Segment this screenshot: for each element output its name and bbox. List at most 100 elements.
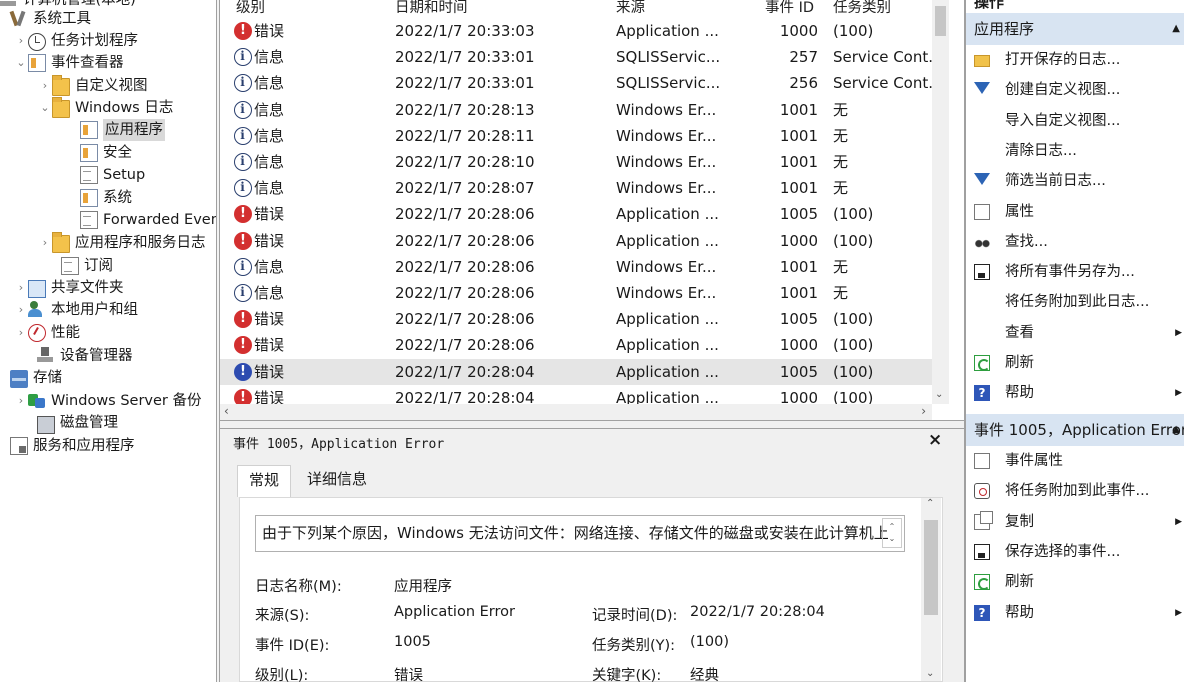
chevron-up-icon[interactable]: ▲ — [1172, 414, 1180, 446]
chevron-down-icon[interactable]: ⌄ — [14, 52, 28, 74]
scroll-up-icon[interactable]: ⌃ — [926, 498, 934, 509]
tree-item-device-manager[interactable]: 设备管理器 — [37, 345, 133, 367]
action-item[interactable]: 打开保存的日志... — [966, 45, 1184, 75]
scroll-up-icon[interactable]: ⌃ — [935, 0, 943, 5]
chevron-right-icon[interactable]: › — [14, 322, 28, 344]
scroll-right-icon[interactable]: › — [921, 404, 926, 418]
chevron-down-icon[interactable]: ⌄ — [38, 97, 52, 119]
table-row[interactable]: 信息 2022/1/7 20:28:06 Windows Er... 1001 无 — [220, 254, 932, 280]
action-item[interactable]: 将所有事件另存为... — [966, 257, 1184, 287]
tree-item-app-service-logs[interactable]: › 应用程序和服务日志 — [38, 232, 206, 254]
section-application[interactable]: 应用程序 ▲ — [966, 13, 1184, 45]
detail-scrollbar[interactable]: ⌃ ⌄ — [921, 498, 941, 681]
column-source[interactable]: 来源 — [616, 0, 645, 17]
table-row[interactable]: 信息 2022/1/7 20:28:13 Windows Er... 1001 无 — [220, 97, 932, 123]
table-row[interactable]: 信息 2022/1/7 20:28:10 Windows Er... 1001 无 — [220, 149, 932, 175]
scroll-left-icon[interactable]: ‹ — [224, 404, 229, 418]
source-value[interactable]: Application Error — [394, 604, 515, 620]
tree-item-storage[interactable]: 存储 — [10, 367, 62, 389]
tree-item-forwarded-events[interactable]: Forwarded Even — [80, 209, 216, 231]
scrollbar-thumb[interactable] — [924, 520, 938, 615]
tree-item-server-backup[interactable]: › Windows Server 备份 — [14, 390, 202, 412]
action-item[interactable]: ? 帮助 ▶ — [966, 378, 1184, 408]
chevron-right-icon[interactable]: › — [14, 277, 28, 299]
table-row[interactable]: 错误 2022/1/7 20:28:04 Application ... 1005 (1… — [220, 358, 932, 385]
table-row[interactable]: 信息 2022/1/7 20:28:11 Windows Er... 1001 无 — [220, 123, 932, 149]
chevron-right-icon[interactable]: › — [14, 30, 28, 52]
tab-general[interactable]: 常规 — [237, 465, 292, 497]
table-row[interactable]: 错误 2022/1/7 20:28:06 Application ... 1005 (1… — [220, 201, 932, 227]
chevron-right-icon[interactable]: › — [38, 232, 52, 254]
table-row[interactable]: 错误 2022/1/7 20:28:06 Application ... 1000 (1… — [220, 228, 932, 254]
close-icon[interactable]: × — [928, 430, 942, 450]
tree-item-task-scheduler[interactable]: › 任务计划程序 — [14, 30, 138, 52]
tree-item-label: 安全 — [103, 145, 132, 161]
scroll-down-icon[interactable]: ⌄ — [935, 389, 943, 400]
level-cell: 信息 — [234, 44, 384, 70]
tree-item-shared-folders[interactable]: › 共享文件夹 — [14, 277, 124, 299]
tree-item-custom-views[interactable]: › 自定义视图 — [38, 75, 148, 97]
action-item[interactable]: 属性 — [966, 197, 1184, 227]
tree-item-application-log[interactable]: 应用程序 — [80, 119, 165, 141]
table-row[interactable]: 错误 2022/1/7 20:28:06 Application ... 1000 (1… — [220, 332, 932, 358]
event-message-box[interactable]: 由于下列某个原因，Windows 无法访问文件：网络连接、存储文件的磁盘或安装在… — [255, 515, 905, 552]
level-text: 信息 — [254, 74, 285, 93]
logged-value[interactable]: 2022/1/7 20:28:04 — [690, 604, 825, 620]
submenu-arrow-icon: ▶ — [1175, 516, 1182, 527]
level-text: 错误 — [254, 22, 285, 40]
event-list-vertical-scrollbar[interactable]: ⌃ ⌄ — [932, 0, 949, 404]
column-level[interactable]: 级别 — [236, 0, 265, 17]
tree-item-event-viewer[interactable]: ⌄ 事件查看器 — [14, 52, 124, 74]
table-row[interactable]: 信息 2022/1/7 20:28:06 Windows Er... 1001 无 — [220, 280, 932, 306]
action-item[interactable]: 刷新 — [966, 348, 1184, 378]
action-item[interactable]: 复制 ▶ — [966, 507, 1184, 537]
table-row[interactable]: 信息 2022/1/7 20:33:01 SQLISServic... 257 Serv… — [220, 44, 933, 70]
event-id-value[interactable]: 1005 — [394, 634, 431, 650]
table-row[interactable]: 信息 2022/1/7 20:33:01 SQLISServic... 256 Serv… — [220, 70, 933, 96]
action-item[interactable]: 查找... — [966, 227, 1184, 257]
action-item[interactable]: 事件属性 — [966, 446, 1184, 476]
tree-item-disk-management[interactable]: 磁盘管理 — [37, 412, 118, 434]
log-name-value[interactable]: 应用程序 — [394, 575, 452, 596]
action-item[interactable]: ? 帮助 ▶ — [966, 598, 1184, 628]
chevron-right-icon[interactable]: › — [14, 390, 28, 412]
action-item[interactable]: 导入自定义视图... — [966, 106, 1184, 136]
tree-item-local-users[interactable]: › 本地用户和组 — [14, 299, 138, 321]
tree-item-services-apps[interactable]: 服务和应用程序 — [10, 435, 135, 457]
column-category[interactable]: 任务类别 — [833, 0, 891, 17]
level-value[interactable]: 错误 — [394, 664, 423, 682]
action-item[interactable]: 查看 ▶ — [966, 318, 1184, 348]
action-item[interactable]: 将任务附加到此日志... — [966, 287, 1184, 317]
category-value[interactable]: (100) — [690, 634, 729, 650]
tree-item-subscriptions[interactable]: 订阅 — [61, 255, 113, 277]
tree-item-setup-log[interactable]: Setup — [80, 164, 145, 186]
column-event-id[interactable]: 事件 ID — [765, 0, 814, 17]
event-list-horizontal-scrollbar[interactable]: ‹ › — [220, 404, 932, 420]
action-item[interactable]: 刷新 — [966, 567, 1184, 597]
tree-item-system-log[interactable]: 系统 — [80, 187, 132, 209]
scroll-down-icon[interactable]: ⌄ — [926, 668, 934, 679]
action-item[interactable]: 保存选择的事件... — [966, 537, 1184, 567]
tree-item-performance[interactable]: › 性能 — [14, 322, 80, 344]
tree-item-windows-logs[interactable]: ⌄ Windows 日志 — [38, 97, 173, 119]
tree-item-system-tools[interactable]: 系统工具 — [10, 8, 91, 30]
table-row[interactable]: 信息 2022/1/7 20:28:07 Windows Er... 1001 无 — [220, 175, 932, 201]
action-item[interactable]: 清除日志... — [966, 136, 1184, 166]
tree-item-security-log[interactable]: 安全 — [80, 142, 132, 164]
chevron-up-icon[interactable]: ▲ — [1172, 13, 1180, 45]
section-event[interactable]: 事件 1005，Application Error ▲ — [966, 414, 1184, 446]
message-scroll-icon[interactable]: ⌃ ⌄ — [882, 518, 902, 548]
pane-splitter[interactable] — [220, 420, 964, 429]
action-item[interactable]: 将任务附加到此事件... — [966, 476, 1184, 506]
chevron-right-icon[interactable]: › — [14, 299, 28, 321]
column-datetime[interactable]: 日期和时间 — [395, 0, 468, 17]
scrollbar-thumb[interactable] — [935, 6, 946, 36]
action-item[interactable]: 创建自定义视图... — [966, 75, 1184, 105]
action-item[interactable]: 筛选当前日志... — [966, 166, 1184, 196]
table-row[interactable]: 错误 2022/1/7 20:33:03 Application ... 1000 (1… — [220, 18, 932, 44]
chevron-right-icon[interactable]: › — [38, 75, 52, 97]
table-row[interactable]: 错误 2022/1/7 20:28:06 Application ... 1005 (1… — [220, 306, 932, 332]
log-icon — [80, 189, 98, 207]
keywords-value[interactable]: 经典 — [690, 664, 719, 682]
tab-details[interactable]: 详细信息 — [296, 465, 378, 497]
